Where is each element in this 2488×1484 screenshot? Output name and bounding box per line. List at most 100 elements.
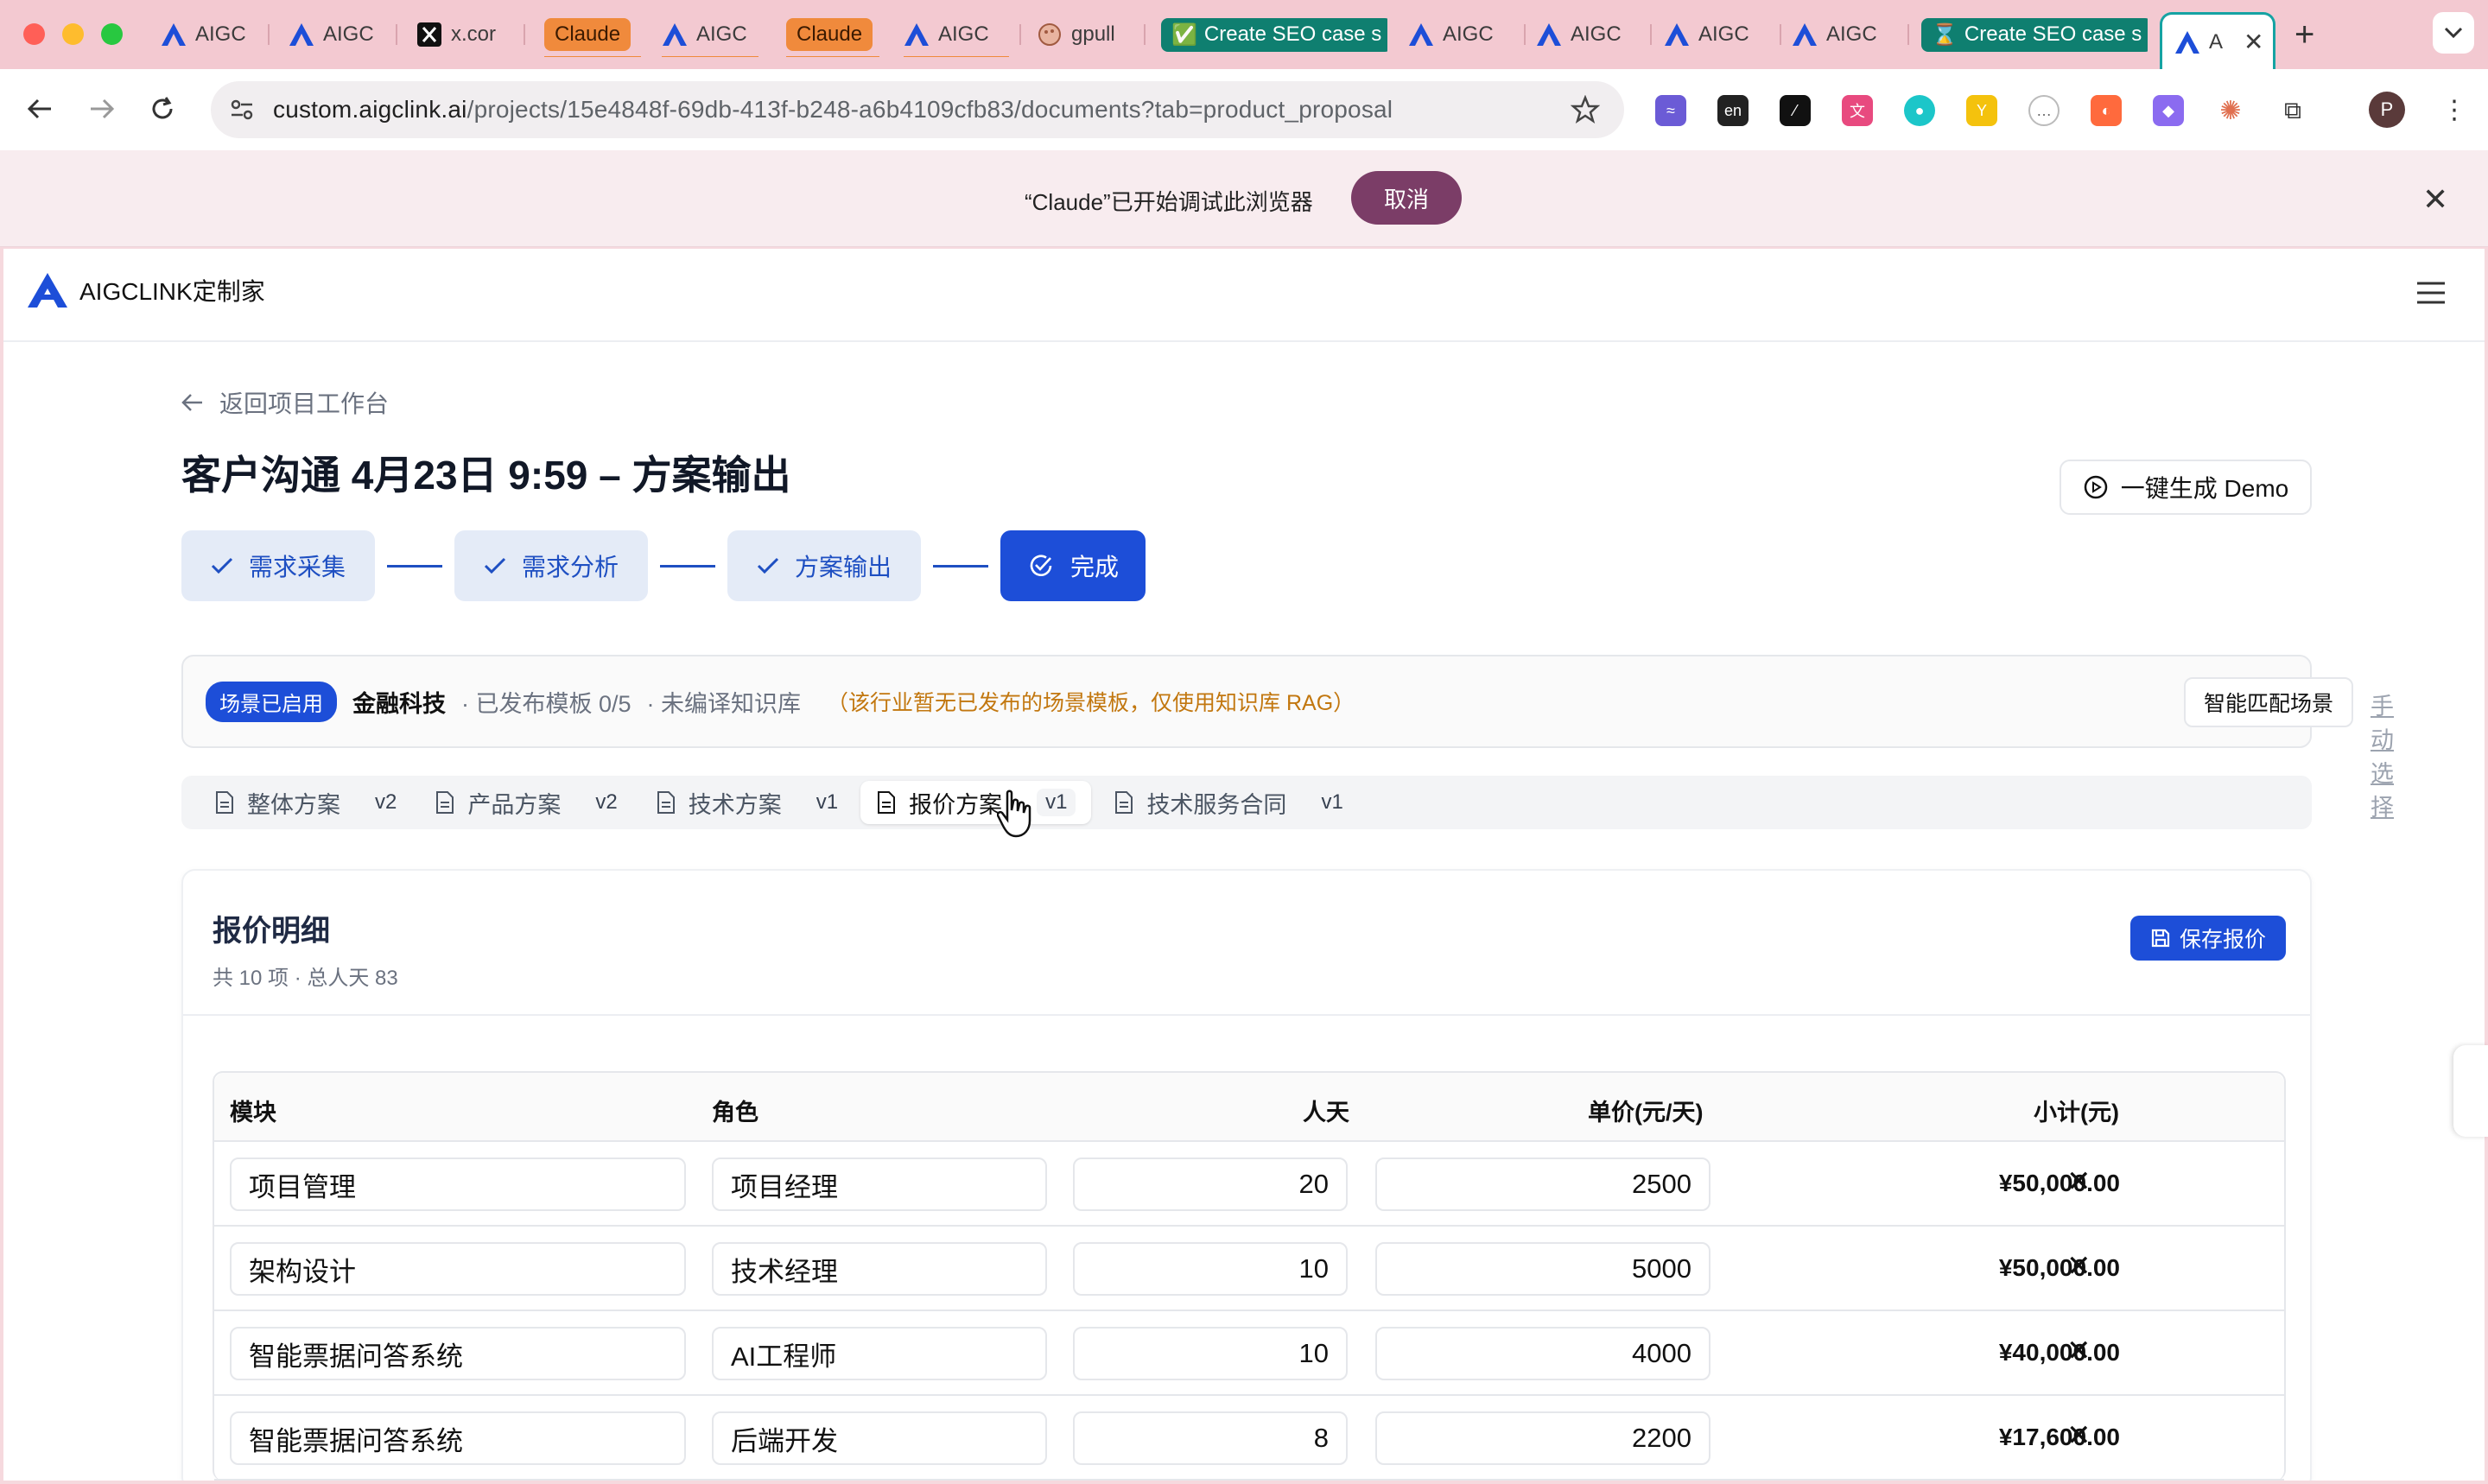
back-label: 返回项目工作台 (219, 390, 390, 417)
profile-avatar[interactable]: P (2369, 92, 2405, 128)
site-settings-icon[interactable] (230, 98, 254, 127)
tab-title: gpull (1071, 22, 1115, 46)
delete-row-icon[interactable]: ✕ (2066, 1418, 2091, 1453)
document-icon (1115, 791, 1133, 814)
tab-search-button[interactable] (2433, 12, 2474, 54)
side-panel-handle[interactable] (2453, 1045, 2488, 1137)
browser-tab[interactable]: ✅ Create SEO case s (1149, 12, 1387, 57)
save-label: 保存报价 (2179, 928, 2266, 952)
browser-tab[interactable]: AIGC (1396, 12, 1526, 57)
delete-row-icon[interactable]: ✕ (2066, 1164, 2091, 1199)
browser-tab[interactable]: AIGC (1524, 12, 1652, 57)
hamburger-menu-icon[interactable] (2417, 282, 2445, 310)
browser-tab[interactable]: AIGC (1780, 12, 1909, 57)
aigclink-logo-icon (904, 22, 930, 48)
document-icon (216, 791, 233, 814)
delete-row-icon[interactable]: ✕ (2066, 1249, 2091, 1284)
save-quote-button[interactable]: 保存报价 (2130, 916, 2286, 961)
tab-label: 技术服务合同 (1146, 791, 1287, 818)
rate-input[interactable]: 2200 (1375, 1411, 1710, 1465)
role-input[interactable]: 技术经理 (712, 1242, 1047, 1296)
days-input[interactable]: 20 (1073, 1157, 1348, 1211)
extensions-puzzle-icon[interactable]: ⧉ (2277, 95, 2308, 126)
new-tab-button[interactable]: + (2294, 16, 2314, 54)
smart-match-scene-button[interactable]: 智能匹配场景 (2184, 677, 2353, 727)
minimize-window-button[interactable] (62, 23, 84, 45)
forward-nav-button[interactable] (85, 92, 119, 126)
extension-circle-icon[interactable]: ● (1904, 95, 1935, 126)
reload-button[interactable] (145, 92, 180, 126)
extension-wave-icon[interactable]: ≈ (1655, 95, 1686, 126)
module-input[interactable]: 智能票据问答系统 (230, 1411, 686, 1465)
rate-input[interactable]: 2500 (1375, 1157, 1710, 1211)
manual-select-link[interactable]: 手动选择 (2371, 688, 2394, 822)
cancel-debug-button[interactable]: 取消 (1351, 171, 1462, 225)
extension-dict-icon[interactable]: 文 (1842, 95, 1873, 126)
browser-tab-active[interactable]: A ✕ (2160, 12, 2275, 69)
back-to-workspace-link[interactable]: 返回项目工作台 (181, 385, 389, 420)
step-label: 需求采集 (248, 554, 346, 580)
browser-tab[interactable]: Claude (774, 12, 892, 57)
rate-input[interactable]: 4000 (1375, 1327, 1710, 1380)
close-tab-icon[interactable]: ✕ (2244, 28, 2263, 56)
close-infobar-icon[interactable]: ✕ (2422, 181, 2448, 218)
extension-crystal-icon[interactable]: ◆ (2153, 95, 2184, 126)
role-input[interactable]: 项目经理 (712, 1157, 1047, 1211)
module-input[interactable]: 项目管理 (230, 1157, 686, 1211)
tab-product-proposal[interactable]: 产品方案 v2 (419, 781, 632, 824)
check-emoji-icon: ✅ (1171, 22, 1197, 47)
browser-tab[interactable]: Claude (532, 12, 653, 57)
days-input[interactable]: 8 (1073, 1411, 1348, 1465)
zoom-window-button[interactable] (101, 23, 123, 45)
generate-demo-button[interactable]: 一键生成 Demo (2060, 460, 2312, 515)
module-input[interactable]: 架构设计 (230, 1242, 686, 1296)
tab-service-contract[interactable]: 技术服务合同 v1 (1098, 781, 1358, 824)
browser-tab[interactable]: AIGC (149, 12, 270, 57)
role-input[interactable]: 后端开发 (712, 1411, 1047, 1465)
extension-orange-icon[interactable]: ◐ (2091, 95, 2122, 126)
step-label: 需求分析 (521, 554, 619, 580)
tab-overall-proposal[interactable]: 整体方案 v2 (199, 781, 412, 824)
extension-slash-icon[interactable]: ⁄ (1780, 95, 1811, 126)
browser-tab[interactable]: gpull (1025, 12, 1146, 57)
extension-chat-icon[interactable]: … (2028, 95, 2060, 126)
browser-tab[interactable]: AIGC (892, 12, 1021, 57)
step-requirements-analysis[interactable]: 需求分析 (454, 530, 648, 601)
back-nav-button[interactable] (22, 92, 57, 126)
step-proposal-output[interactable]: 方案输出 (727, 530, 921, 601)
browser-tab[interactable]: AIGC (650, 12, 771, 57)
step-requirements-collection[interactable]: 需求采集 (181, 530, 375, 601)
bookmark-star-icon[interactable] (1570, 94, 1601, 130)
module-input[interactable]: 智能票据问答系统 (230, 1327, 686, 1380)
days-input[interactable]: 10 (1073, 1242, 1348, 1296)
aigclink-logo-icon (1792, 22, 1818, 48)
chevron-down-icon (2444, 27, 2463, 39)
scene-enabled-badge: 场景已启用 (206, 681, 337, 722)
browser-tab[interactable]: AIGC (276, 12, 397, 57)
check-icon (757, 557, 779, 574)
browser-toolbar: custom.aigclink.ai/projects/15e4848f-69d… (0, 69, 2488, 150)
tab-label: 报价方案 (909, 791, 1003, 818)
version-badge: v1 (816, 790, 839, 814)
step-connector (387, 564, 442, 568)
extension-y-icon[interactable]: Y (1966, 95, 1997, 126)
brand[interactable]: AIGCLINK定制家 (28, 273, 265, 308)
days-input[interactable]: 10 (1073, 1327, 1348, 1380)
role-input[interactable]: AI工程师 (712, 1327, 1047, 1380)
more-menu-icon[interactable]: ⋮ (2441, 95, 2467, 125)
extension-translate-icon[interactable]: en (1717, 95, 1749, 126)
address-bar[interactable]: custom.aigclink.ai/projects/15e4848f-69d… (211, 81, 1624, 138)
rate-input[interactable]: 5000 (1375, 1242, 1710, 1296)
tab-group-pill: Claude (544, 18, 632, 51)
tab-technical-proposal[interactable]: 技术方案 v1 (640, 781, 854, 824)
delete-row-icon[interactable]: ✕ (2066, 1334, 2091, 1368)
tab-title: x.cor (451, 22, 497, 46)
extension-claude-icon[interactable]: ✺ (2215, 95, 2246, 126)
close-window-button[interactable] (23, 23, 45, 45)
browser-tab[interactable]: x.cor (404, 12, 525, 57)
browser-tab[interactable]: ⌛ Create SEO case s (1909, 12, 2148, 57)
aigclink-logo-icon (28, 273, 67, 308)
step-complete[interactable]: 完成 (1000, 530, 1146, 601)
tab-quote-proposal[interactable]: 报价方案 v1 (860, 781, 1092, 824)
browser-tab[interactable]: AIGC (1652, 12, 1781, 57)
